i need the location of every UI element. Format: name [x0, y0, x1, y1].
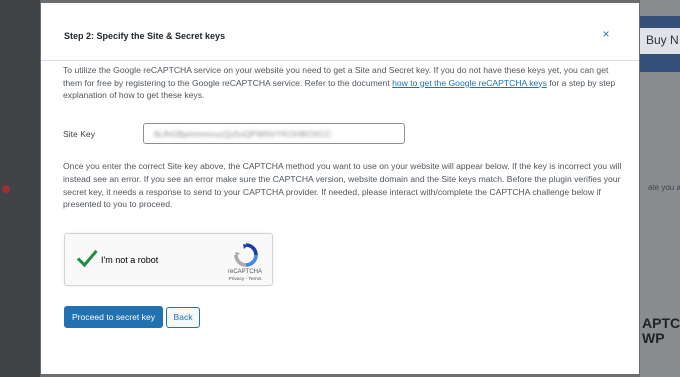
background-buy-button: Buy N — [640, 28, 680, 54]
recaptcha-widget: I'm not a robot reCAPTCHA Privacy - Term… — [64, 233, 273, 286]
back-button[interactable]: Back — [166, 307, 200, 328]
background-heading-line1: APTCH — [642, 316, 680, 331]
recaptcha-checkbox[interactable] — [76, 248, 98, 270]
intro-text: To utilize the Google reCAPTCHA service … — [63, 64, 617, 102]
site-key-value: 6LfhGBpmnnnnucQy5oQPWNVYKOHBOXCC — [154, 129, 332, 139]
close-icon[interactable]: × — [599, 27, 613, 41]
setup-modal: Step 2: Specify the Site & Secret keys ×… — [41, 3, 639, 374]
site-key-input[interactable]: 6LfhGBpmnnnnucQy5oQPWNVYKOHBOXCC — [143, 123, 405, 144]
recaptcha-logo-icon — [233, 242, 259, 268]
proceed-button[interactable]: Proceed to secret key — [64, 306, 163, 328]
recaptcha-label: I'm not a robot — [101, 255, 159, 265]
info-text: Once you enter the correct Site key abov… — [63, 161, 622, 210]
background-text: ate you a — [648, 183, 680, 192]
modal-title: Step 2: Specify the Site & Secret keys — [64, 31, 226, 41]
background-heading: APTCH WP — [642, 316, 680, 346]
checkmark-icon — [76, 249, 98, 268]
notification-badge — [2, 185, 10, 193]
site-key-label: Site Key — [63, 129, 96, 139]
recaptcha-brand: reCAPTCHA — [227, 269, 262, 275]
modal-header: Step 2: Specify the Site & Secret keys × — [41, 3, 639, 61]
background-heading-line2: WP — [642, 330, 665, 346]
keys-doc-link[interactable]: how to get the Google reCAPTCHA keys — [392, 78, 547, 88]
recaptcha-privacy-terms[interactable]: Privacy - Terms — [220, 277, 270, 282]
